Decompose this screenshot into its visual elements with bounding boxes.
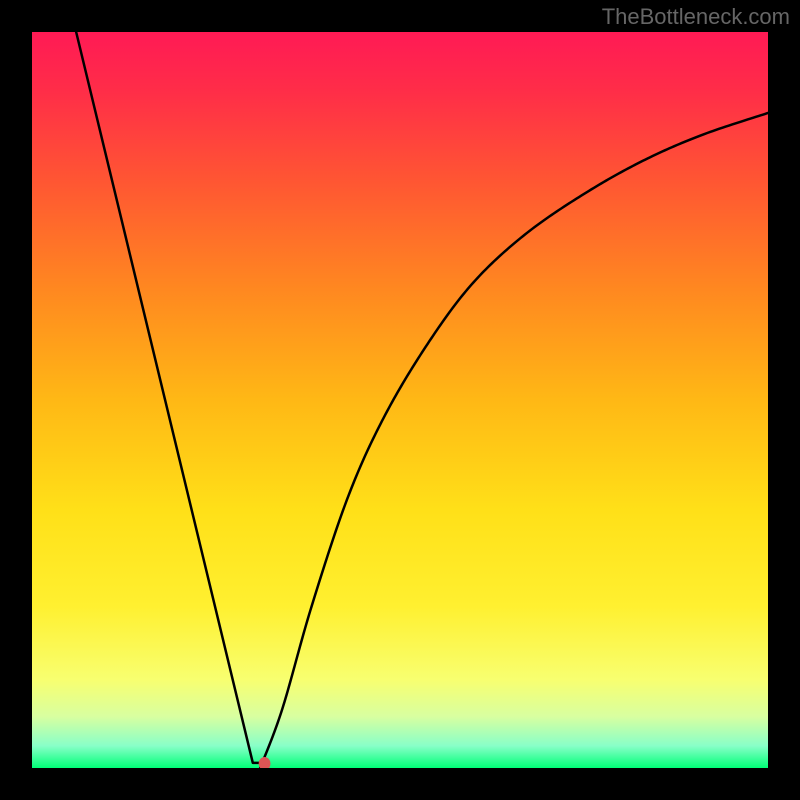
frame-right	[768, 0, 800, 800]
chart-container: TheBottleneck.com	[0, 0, 800, 800]
plot-background	[32, 32, 768, 768]
chart-svg	[0, 0, 800, 800]
frame-bottom	[0, 768, 800, 800]
watermark-text: TheBottleneck.com	[602, 4, 790, 30]
frame-left	[0, 0, 32, 800]
